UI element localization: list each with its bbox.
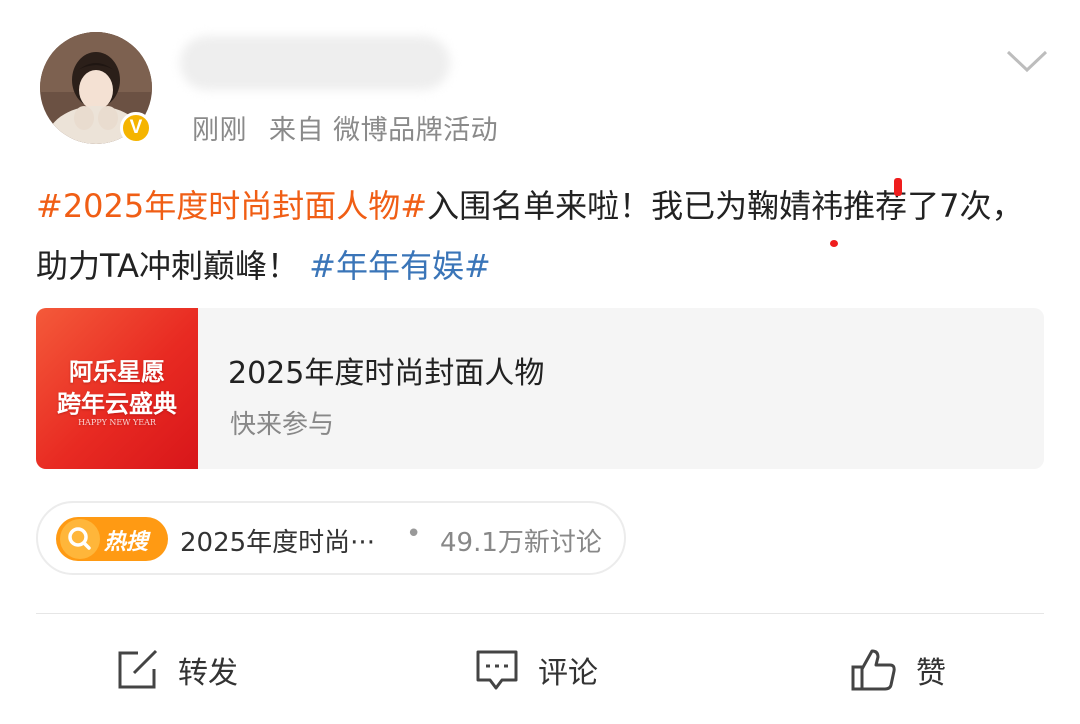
card-image-line1: 阿乐星愿 (69, 357, 165, 386)
event-card-image: 阿乐星愿 跨年云盛典 HAPPY NEW YEAR (36, 308, 198, 469)
post-meta: 刚刚 来自 微博品牌活动 (192, 108, 498, 147)
search-icon (60, 519, 100, 559)
thumbs-up-icon (851, 649, 896, 691)
source-prefix: 来自 (269, 115, 324, 146)
comment-label: 评论 (538, 656, 598, 691)
hashtag-fashion[interactable]: #2025年度时尚封面人物# (36, 187, 427, 225)
hot-search-count: 49.1万新讨论 (440, 528, 602, 558)
hot-search-badge: 热搜 (56, 517, 168, 561)
post-time: 刚刚 (192, 115, 247, 146)
post-source[interactable]: 微博品牌活动 (333, 115, 498, 146)
red-mark (830, 240, 838, 247)
card-subtitle: 快来参与 (230, 410, 335, 440)
comment-bubble-icon (476, 650, 518, 690)
like-button[interactable]: 赞 (850, 640, 946, 700)
hot-search-pill[interactable]: 热搜 2025年度时尚··· • 49.1万新讨论 (36, 501, 626, 575)
card-title: 2025年度时尚封面人物 (228, 356, 545, 391)
red-mark (894, 178, 902, 196)
chevron-down-icon[interactable] (1006, 46, 1048, 76)
hot-search-title: 2025年度时尚··· (180, 528, 375, 558)
comment-button[interactable]: 评论 (474, 640, 598, 700)
edit-share-icon (118, 649, 158, 689)
repost-button[interactable]: 转发 (116, 640, 238, 700)
repost-label: 转发 (178, 656, 238, 691)
hashtag-entertainment[interactable]: #年年有娱# (309, 247, 491, 285)
hot-search-label: 热搜 (104, 530, 149, 555)
divider (36, 613, 1044, 614)
like-label: 赞 (916, 656, 946, 691)
username-blurred[interactable] (180, 36, 450, 90)
card-image-line3: HAPPY NEW YEAR (78, 418, 156, 427)
verified-badge-icon: V (120, 112, 152, 144)
event-card[interactable]: 阿乐星愿 跨年云盛典 HAPPY NEW YEAR 2025年度时尚封面人物 快… (36, 308, 1044, 469)
card-image-line2: 跨年云盛典 (57, 389, 177, 418)
hot-search-separator: • (406, 519, 422, 549)
